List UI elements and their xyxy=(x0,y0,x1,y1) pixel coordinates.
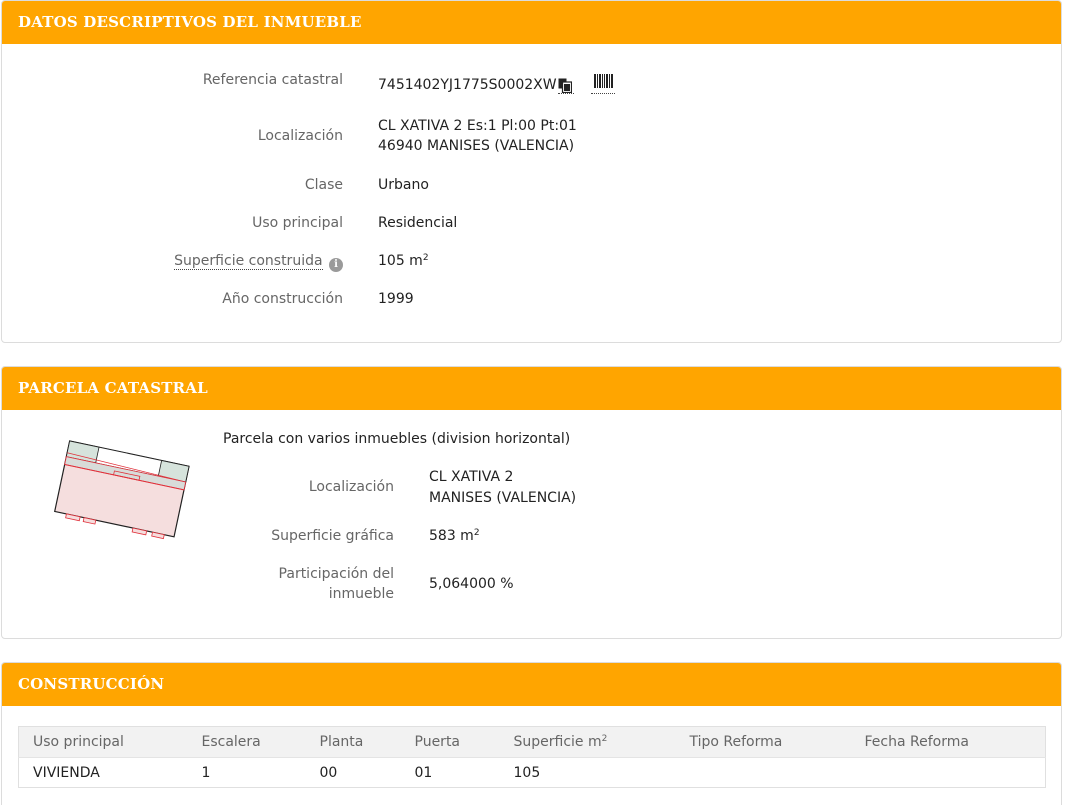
superficie-construida-label: Superficie construida xyxy=(174,253,323,270)
cell-planta: 00 xyxy=(319,764,338,781)
superficie-construida-number: 105 m xyxy=(378,253,423,269)
panel-datos-descriptivos: DATOS DESCRIPTIVOS DEL INMUEBLE Referenc… xyxy=(1,0,1062,343)
localizacion-line1: CL XATIVA 2 Es:1 Pl:00 Pt:01 xyxy=(378,118,577,134)
section-title: DATOS DESCRIPTIVOS DEL INMUEBLE xyxy=(2,1,1061,44)
uso-principal-value: Residencial xyxy=(378,215,458,231)
col-escalera: Escalera xyxy=(187,726,306,758)
col-uso-principal: Uso principal xyxy=(18,726,188,758)
localizacion-line2: 46940 MANISES (VALENCIA) xyxy=(378,138,575,154)
participacion-label-line1: Participación del xyxy=(278,566,394,582)
parcela-localizacion-label: Localización xyxy=(308,479,394,495)
participacion-label-line2: inmueble xyxy=(328,586,394,602)
section-title: PARCELA CATASTRAL xyxy=(2,367,1061,410)
superficie-grafica-number: 583 m xyxy=(429,528,474,544)
col-superficie: Superficie m2 xyxy=(499,726,676,758)
info-icon[interactable]: i xyxy=(329,258,343,272)
col-superficie-label: Superficie m xyxy=(513,734,602,750)
participacion-value: 5,064000 % xyxy=(429,576,514,592)
col-puerta: Puerta xyxy=(400,726,500,758)
ref-catastral-value: 7451402YJ1775S0002XW xyxy=(378,77,557,93)
col-planta: Planta xyxy=(305,726,401,758)
ref-catastral-label: Referencia catastral xyxy=(202,72,343,88)
cell-tipo-reforma xyxy=(676,758,851,788)
col-tipo-reforma: Tipo Reforma xyxy=(675,726,851,758)
cell-escalera: 1 xyxy=(201,764,211,781)
anio-construccion-label: Año construcción xyxy=(222,291,343,307)
clase-value: Urbano xyxy=(378,177,429,193)
superficie-grafica-label: Superficie gráfica xyxy=(271,528,394,544)
copy-document-icon[interactable] xyxy=(558,78,572,93)
col-superficie-unit-sup: 2 xyxy=(601,734,608,744)
cell-fecha-reforma xyxy=(851,758,1046,788)
parcela-description: Parcela con varios inmuebles (division h… xyxy=(223,431,571,447)
localizacion-label: Localización xyxy=(257,128,343,144)
panel-parcela-catastral: PARCELA CATASTRAL Parcela con varios inm… xyxy=(1,366,1062,639)
superficie-grafica-unit-sup: 2 xyxy=(473,528,480,538)
parcela-localizacion-line1: CL XATIVA 2 xyxy=(429,469,514,485)
cell-puerta: 01 xyxy=(414,764,433,781)
anio-construccion-value: 1999 xyxy=(378,291,414,307)
superficie-grafica-value: 583 m2 xyxy=(429,528,480,544)
section-title: CONSTRUCCIÓN xyxy=(2,663,1061,706)
construccion-table: Uso principal Escalera Planta Puerta Sup… xyxy=(18,726,1046,788)
table-header-row: Uso principal Escalera Planta Puerta Sup… xyxy=(18,726,1046,758)
panel-construccion: CONSTRUCCIÓN Uso principal Escalera Plan… xyxy=(1,662,1062,805)
clase-label: Clase xyxy=(304,177,343,193)
barcode-icon[interactable] xyxy=(594,74,613,88)
parcela-localizacion-line2: MANISES (VALENCIA) xyxy=(429,490,577,506)
col-fecha-reforma: Fecha Reforma xyxy=(850,726,1046,758)
superficie-construida-row: Superficie construida i xyxy=(174,253,343,272)
superficie-unit-sup: 2 xyxy=(422,253,429,263)
parcel-map-image[interactable] xyxy=(42,433,202,559)
table-row: VIVIENDA 1 00 01 105 xyxy=(19,758,1046,788)
cell-superficie: 105 xyxy=(513,764,541,781)
superficie-construida-value: 105 m2 xyxy=(378,253,429,269)
cell-uso-principal: VIVIENDA xyxy=(33,764,100,781)
uso-principal-label: Uso principal xyxy=(252,215,343,231)
